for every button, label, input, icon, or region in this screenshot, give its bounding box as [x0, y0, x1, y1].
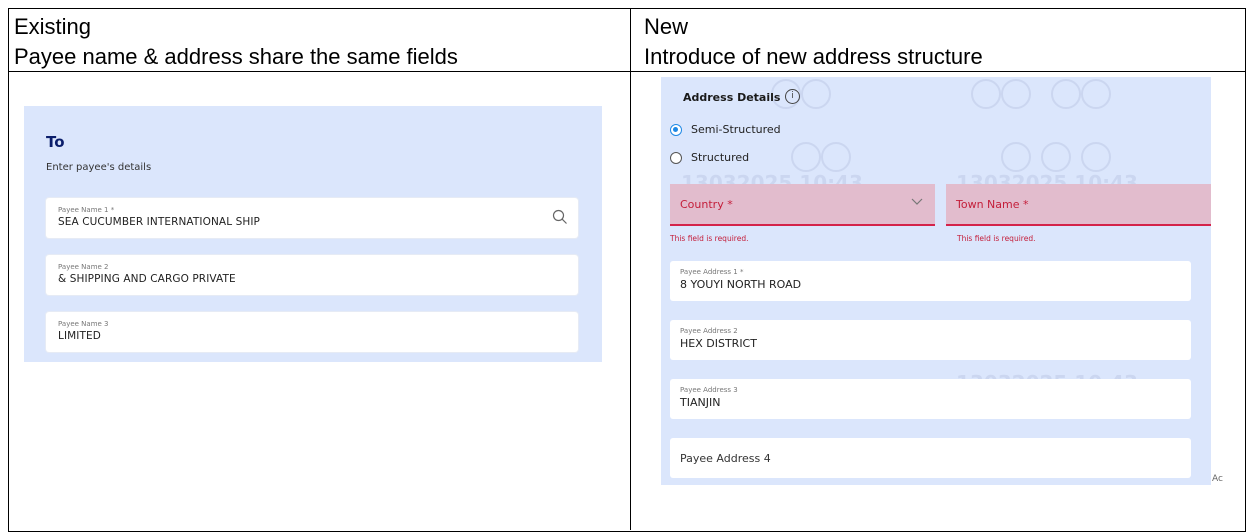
to-subtitle: Enter payee's details	[46, 162, 152, 173]
field-label: Payee Name 3	[58, 320, 109, 328]
semi-structured-label: Semi-Structured	[691, 123, 781, 136]
field-value: LIMITED	[58, 330, 101, 342]
watermark-circle	[791, 142, 821, 172]
address-details-title: Address Details	[683, 91, 781, 104]
corner-label: Ac	[1212, 474, 1223, 484]
watermark-circle	[1001, 79, 1031, 109]
field-label: Payee Address 1 *	[680, 268, 744, 276]
field-value: & SHIPPING AND CARGO PRIVATE	[58, 273, 236, 285]
column-divider	[630, 8, 631, 530]
watermark-circle	[1051, 79, 1081, 109]
watermark-circle	[801, 79, 831, 109]
payee-name-2-field[interactable]: Payee Name 2 & SHIPPING AND CARGO PRIVAT…	[46, 255, 578, 295]
existing-heading: Existing	[14, 14, 92, 39]
watermark-circle	[1001, 142, 1031, 172]
payee-address-1-field[interactable]: Payee Address 1 * 8 YOUYI NORTH ROAD	[670, 261, 1191, 301]
field-placeholder: Payee Address 4	[680, 452, 771, 465]
town-name-field[interactable]: Town Name *	[946, 184, 1211, 226]
new-heading: New	[644, 14, 689, 39]
field-value: TIANJIN	[680, 396, 721, 409]
field-label: Payee Name 1 *	[58, 206, 115, 214]
new-form-panel: 13032025 10:43 13032025 10:43 13032025 1…	[661, 77, 1211, 485]
search-icon[interactable]	[552, 209, 568, 225]
country-select[interactable]: Country *	[670, 184, 935, 226]
header-divider	[8, 71, 1245, 72]
new-subheading: Introduce of new address structure	[644, 44, 983, 69]
field-value: HEX DISTRICT	[680, 337, 757, 350]
payee-name-3-field[interactable]: Payee Name 3 LIMITED	[46, 312, 578, 352]
country-placeholder: Country *	[680, 198, 733, 211]
structured-radio[interactable]	[670, 152, 682, 164]
field-label: Payee Name 2	[58, 263, 109, 271]
semi-structured-radio[interactable]	[670, 124, 682, 136]
watermark-circle	[1041, 142, 1071, 172]
field-value: 8 YOUYI NORTH ROAD	[680, 278, 802, 291]
town-placeholder: Town Name *	[956, 198, 1029, 211]
watermark-circle	[971, 79, 1001, 109]
existing-subheading: Payee name & address share the same fiel…	[14, 44, 458, 69]
watermark-circle	[1081, 79, 1111, 109]
info-icon[interactable]: i	[785, 89, 800, 104]
payee-name-1-field[interactable]: Payee Name 1 * SEA CUCUMBER INTERNATIONA…	[46, 198, 578, 238]
field-value: SEA CUCUMBER INTERNATIONAL SHIP	[58, 216, 260, 228]
field-label: Payee Address 2	[680, 327, 738, 335]
field-label: Payee Address 3	[680, 386, 738, 394]
watermark-circle	[1081, 142, 1111, 172]
country-error: This field is required.	[670, 234, 749, 243]
payee-address-4-field[interactable]: Payee Address 4	[670, 438, 1191, 478]
town-error: This field is required.	[957, 234, 1036, 243]
chevron-down-icon	[911, 198, 923, 205]
payee-address-3-field[interactable]: Payee Address 3 TIANJIN	[670, 379, 1191, 419]
payee-address-2-field[interactable]: Payee Address 2 HEX DISTRICT	[670, 320, 1191, 360]
structured-label: Structured	[691, 151, 750, 164]
watermark-circle	[821, 142, 851, 172]
to-title: To	[46, 133, 65, 151]
